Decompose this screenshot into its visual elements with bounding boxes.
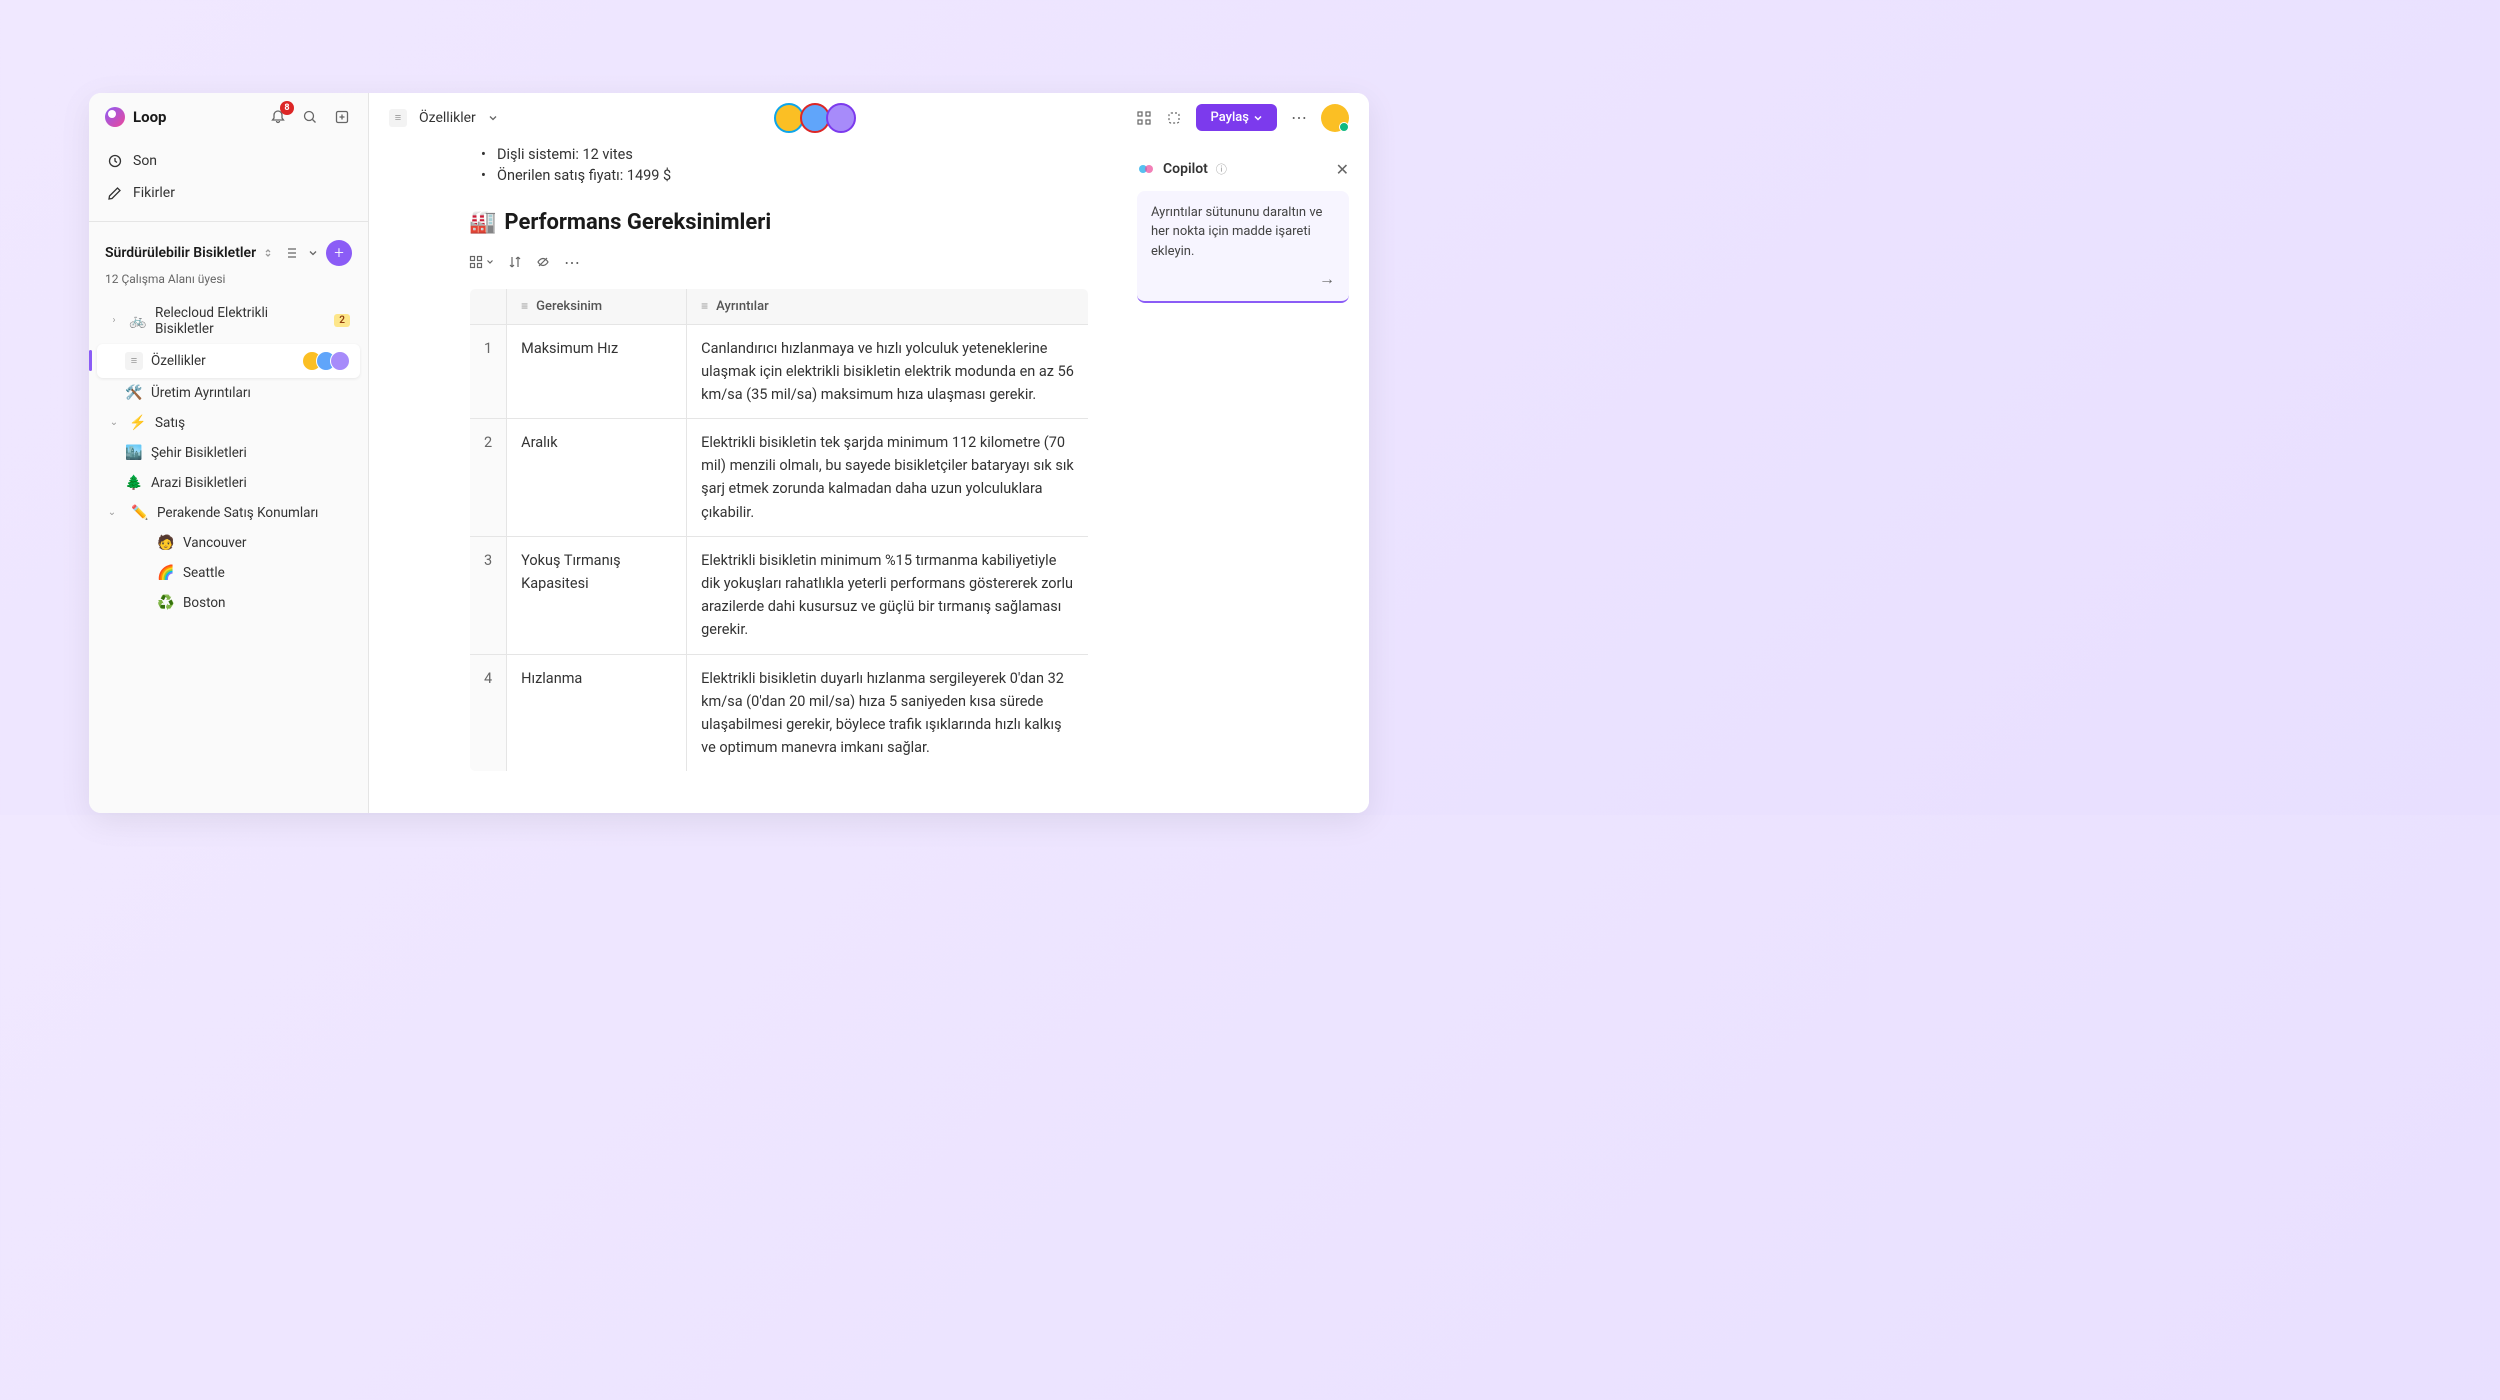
list-item[interactable]: Dişli sistemi: 12 vites xyxy=(481,144,1089,165)
bullet-list: Dişli sistemi: 12 vites Önerilen satış f… xyxy=(469,144,1089,186)
clock-icon xyxy=(107,153,123,169)
chevron-down-icon[interactable]: ⌄ xyxy=(105,507,119,518)
cell-requirement[interactable]: Yokuş Tırmanış Kapasitesi xyxy=(507,536,687,654)
requirements-table[interactable]: ≡Gereksinim ≡Ayrıntılar 1Maksimum HızCan… xyxy=(469,288,1089,773)
table-row[interactable]: 1Maksimum HızCanlandırıcı hızlanmaya ve … xyxy=(470,324,1089,419)
recycle-icon: ♻️ xyxy=(157,595,175,611)
close-button[interactable]: ✕ xyxy=(1336,160,1349,179)
row-number: 3 xyxy=(470,536,507,654)
table-row[interactable]: 3Yokuş Tırmanış KapasitesiElektrikli bis… xyxy=(470,536,1089,654)
copilot-suggestion-text: Ayrıntılar sütununu daraltın ve her nokt… xyxy=(1151,203,1335,262)
cell-details[interactable]: Canlandırıcı hızlanmaya ve hızlı yolculu… xyxy=(687,324,1089,419)
copilot-icon xyxy=(1137,160,1155,178)
presence-avatars[interactable] xyxy=(778,103,856,133)
tree-city-bikes[interactable]: 🏙️ Şehir Bisikletleri xyxy=(97,438,360,468)
page-presence-avatars xyxy=(308,351,350,371)
tree-relecloud[interactable]: › 🚲 Relecloud Elektrikli Bisikletler 2 xyxy=(97,298,360,344)
tree-terrain-bikes[interactable]: 🌲 Arazi Bisikletleri xyxy=(97,468,360,498)
notification-badge: 8 xyxy=(280,101,294,115)
rainbow-icon: 🌈 xyxy=(157,565,175,581)
pencil-icon: ✏️ xyxy=(131,505,149,521)
new-page-button[interactable] xyxy=(332,107,352,127)
table-toolbar: ⋯ xyxy=(469,247,1089,288)
bolt-icon: ⚡ xyxy=(129,415,147,431)
sort-icon[interactable] xyxy=(508,255,522,269)
more-icon[interactable]: ⋯ xyxy=(564,253,580,272)
cell-details[interactable]: Elektrikli bisikletin minimum %15 tırman… xyxy=(687,536,1089,654)
row-number: 1 xyxy=(470,324,507,419)
topbar: ≡ Özellikler Paylaş ⋯ xyxy=(369,93,1369,144)
add-button[interactable]: + xyxy=(326,240,352,266)
workspace-title[interactable]: Sürdürülebilir Bisikletler xyxy=(105,245,256,261)
copilot-suggestion-box[interactable]: Ayrıntılar sütununu daraltın ve her nokt… xyxy=(1137,191,1349,304)
tree-seattle[interactable]: 🌈 Seattle xyxy=(97,558,360,588)
tree-vancouver[interactable]: 🧑 Vancouver xyxy=(97,528,360,558)
nav-recent[interactable]: Son xyxy=(97,145,360,177)
cell-requirement[interactable]: Aralık xyxy=(507,419,687,537)
notifications-button[interactable]: 8 xyxy=(268,107,288,127)
chevron-down-icon xyxy=(1253,113,1263,123)
row-number: 4 xyxy=(470,654,507,772)
column-header-requirement: ≡Gereksinim xyxy=(507,288,687,324)
loop-logo-icon xyxy=(105,107,125,127)
cell-details[interactable]: Elektrikli bisikletin duyarlı hızlanma s… xyxy=(687,654,1089,772)
section-heading[interactable]: 🏭 Performans Gereksinimleri xyxy=(469,210,1089,235)
page-icon: ≡ xyxy=(389,109,407,127)
chevron-down-icon[interactable] xyxy=(308,248,318,258)
document-body[interactable]: Dişli sistemi: 12 vites Önerilen satış f… xyxy=(369,144,1129,813)
main-area: ≡ Özellikler Paylaş ⋯ xyxy=(369,93,1369,813)
cell-requirement[interactable]: Hızlanma xyxy=(507,654,687,772)
face-icon: 🧑 xyxy=(157,535,175,551)
copilot-title: Copilot xyxy=(1163,161,1208,177)
list-icon[interactable] xyxy=(284,245,300,261)
sidebar-header: Loop 8 xyxy=(89,93,368,141)
page-icon: ≡ xyxy=(125,352,143,370)
page-title[interactable]: Özellikler xyxy=(419,110,476,126)
tools-icon: 🛠️ xyxy=(125,385,143,401)
tree-production[interactable]: 🛠️ Üretim Ayrıntıları xyxy=(97,378,360,408)
tree-icon: 🌲 xyxy=(125,475,143,491)
pen-icon xyxy=(107,185,123,201)
workspace-header: Sürdürülebilir Bisikletler + xyxy=(89,230,368,270)
share-button[interactable]: Paylaş xyxy=(1196,104,1277,131)
search-button[interactable] xyxy=(300,107,320,127)
list-item[interactable]: Önerilen satış fiyatı: 1499 $ xyxy=(481,165,1089,186)
apps-icon[interactable] xyxy=(1136,110,1152,126)
cell-requirement[interactable]: Maksimum Hız xyxy=(507,324,687,419)
hide-icon[interactable] xyxy=(536,255,550,269)
factory-icon: 🏭 xyxy=(469,210,496,235)
user-avatar[interactable] xyxy=(1321,104,1349,132)
chevron-down-icon[interactable]: ⌄ xyxy=(107,417,121,428)
workspace-member-count: 12 Çalışma Alanı üyesi xyxy=(89,270,368,298)
app-name: Loop xyxy=(133,108,167,126)
updown-icon[interactable] xyxy=(262,247,274,259)
chevron-right-icon[interactable]: › xyxy=(107,315,121,326)
page-tree: › 🚲 Relecloud Elektrikli Bisikletler 2 ≡… xyxy=(89,298,368,813)
count-badge: 2 xyxy=(334,314,350,327)
tree-boston[interactable]: ♻️ Boston xyxy=(97,588,360,618)
sidebar: Loop 8 Son Fikirler xyxy=(89,93,369,813)
cell-details[interactable]: Elektrikli bisikletin tek şarjda minimum… xyxy=(687,419,1089,537)
info-icon[interactable]: ⓘ xyxy=(1216,161,1227,177)
chevron-down-icon[interactable] xyxy=(488,113,498,123)
avatar[interactable] xyxy=(826,103,856,133)
submit-arrow-icon[interactable]: → xyxy=(1151,269,1335,289)
column-header-details: ≡Ayrıntılar xyxy=(687,288,1089,324)
table-row[interactable]: 4HızlanmaElektrikli bisikletin duyarlı h… xyxy=(470,654,1089,772)
city-icon: 🏙️ xyxy=(125,445,143,461)
table-row[interactable]: 2AralıkElektrikli bisikletin tek şarjda … xyxy=(470,419,1089,537)
tree-features[interactable]: ≡ Özellikler xyxy=(97,344,360,378)
app-window: Loop 8 Son Fikirler xyxy=(89,93,1369,813)
row-number: 2 xyxy=(470,419,507,537)
more-button[interactable]: ⋯ xyxy=(1291,108,1307,127)
copilot-panel: Copilot ⓘ ✕ Ayrıntılar sütununu daraltın… xyxy=(1129,144,1369,813)
tree-retail[interactable]: ⌄ ✏️ Perakende Satış Konumları xyxy=(97,498,360,528)
nav-ideas[interactable]: Fikirler xyxy=(97,177,360,209)
view-button[interactable] xyxy=(469,255,494,269)
tree-sales[interactable]: ⌄ ⚡ Satış xyxy=(97,408,360,438)
component-icon[interactable] xyxy=(1166,110,1182,126)
bike-icon: 🚲 xyxy=(129,313,147,329)
